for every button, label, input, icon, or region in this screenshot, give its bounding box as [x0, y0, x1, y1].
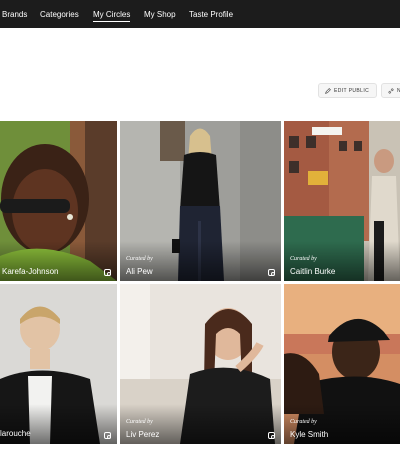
curator-name: Karefa-Johnson: [2, 267, 59, 276]
curated-by-label: Curated by: [290, 256, 317, 262]
curator-name: Ali Pew: [126, 267, 153, 276]
edit-public-button[interactable]: EDIT PUBLIC: [318, 83, 377, 98]
top-nav: Brands Categories My Circles My Shop Tas…: [0, 0, 400, 28]
instagram-icon[interactable]: [104, 269, 111, 276]
nav-my-circles[interactable]: My Circles: [93, 10, 131, 22]
curator-name: Liv Perez: [126, 430, 160, 439]
curated-by-label: Curated by: [290, 419, 317, 425]
nav-brands[interactable]: Brands: [2, 10, 27, 19]
edit-public-label: EDIT PUBLIC: [334, 87, 370, 94]
circle-tile-ali-pew[interactable]: Curated by Ali Pew: [120, 121, 281, 281]
pencil-icon: [325, 87, 331, 94]
circle-tile-caitlin-burke[interactable]: Curated by Caitlin Burke: [284, 121, 400, 281]
curator-name: larouche: [0, 429, 31, 438]
curator-name: Kyle Smith: [290, 430, 329, 439]
instagram-icon[interactable]: [104, 432, 111, 439]
curator-name: Caitlin Burke: [290, 267, 336, 276]
nav-my-shop[interactable]: My Shop: [144, 10, 176, 19]
circle-tile-kyle-smith[interactable]: Curated by Kyle Smith: [284, 284, 400, 444]
curated-by-label: Curated by: [126, 256, 153, 262]
link-icon: [388, 88, 394, 93]
instagram-icon[interactable]: [268, 269, 275, 276]
circle-tile-liv-perez[interactable]: Curated by Liv Perez: [120, 284, 281, 444]
instagram-icon[interactable]: [268, 432, 275, 439]
nav-taste-profile[interactable]: Taste Profile: [189, 10, 233, 19]
circle-tile-karefa-johnson[interactable]: Karefa-Johnson: [0, 121, 117, 281]
circle-tile-larouche[interactable]: larouche: [0, 284, 117, 444]
nav-categories[interactable]: Categories: [40, 10, 79, 19]
curated-by-label: Curated by: [126, 419, 153, 425]
share-button[interactable]: N: [381, 83, 400, 98]
